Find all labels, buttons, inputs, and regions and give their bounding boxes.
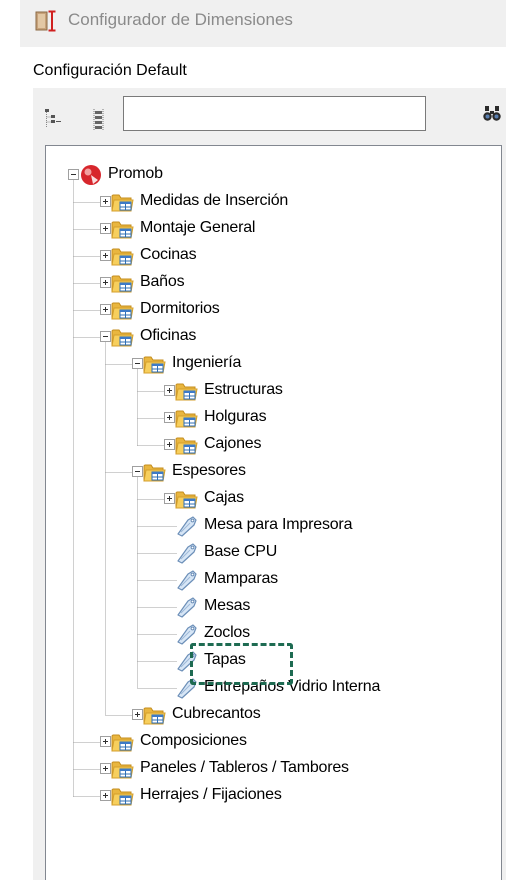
expand-all-icon[interactable] xyxy=(45,109,61,131)
tree-node-label: Zoclos xyxy=(204,624,250,641)
tree-node-label: Estructuras xyxy=(204,381,283,398)
folder-icon xyxy=(143,704,167,726)
tag-item-icon xyxy=(175,623,199,645)
expand-toggle-icon[interactable] xyxy=(132,709,143,720)
promob-logo-icon xyxy=(79,164,103,186)
tree-node-label: Cubrecantos xyxy=(172,705,261,722)
collapse-toggle-icon[interactable] xyxy=(68,169,79,180)
tree-node[interactable]: Paneles / Tableros / Tambores xyxy=(46,756,501,783)
tree-node[interactable]: Ingeniería xyxy=(46,351,501,378)
tree-node-label: Paneles / Tableros / Tambores xyxy=(140,759,349,776)
expand-toggle-icon[interactable] xyxy=(100,277,111,288)
tree-node[interactable]: Cajones xyxy=(46,432,501,459)
expand-toggle-icon[interactable] xyxy=(164,412,175,423)
folder-icon xyxy=(111,785,135,807)
tree-node-label: Espesores xyxy=(172,462,246,479)
collapse-all-icon[interactable] xyxy=(91,109,107,131)
tree-node-label: Herrajes / Fijaciones xyxy=(140,786,282,803)
tree-node[interactable]: Cocinas xyxy=(46,243,501,270)
tree-node[interactable]: Dormitorios xyxy=(46,297,501,324)
collapse-toggle-icon[interactable] xyxy=(132,358,143,369)
tree-view[interactable]: Promob Medidas de Inserción Montaje Genera… xyxy=(45,145,502,880)
tree-node[interactable]: Mesa para Impresora xyxy=(46,513,501,540)
tree-node[interactable]: Baños xyxy=(46,270,501,297)
tag-item-icon xyxy=(175,569,199,591)
search-input[interactable] xyxy=(123,96,426,131)
tree-node-label: Mamparas xyxy=(204,570,278,587)
tree-node[interactable]: Estructuras xyxy=(46,378,501,405)
tree-node-label: Promob xyxy=(108,165,163,182)
tree-node-label: Dormitorios xyxy=(140,300,220,317)
folder-icon xyxy=(111,272,135,294)
tree-node-label: Cajones xyxy=(204,435,262,452)
title-bar: Configurador de Dimensiones xyxy=(20,0,506,47)
tag-item-icon xyxy=(175,542,199,564)
expand-toggle-icon[interactable] xyxy=(100,763,111,774)
expand-toggle-icon[interactable] xyxy=(100,196,111,207)
folder-icon xyxy=(111,245,135,267)
tree-node[interactable]: Herrajes / Fijaciones xyxy=(46,783,501,810)
binoculars-icon[interactable] xyxy=(483,105,501,123)
tree-root[interactable]: Promob xyxy=(46,162,501,189)
folder-icon xyxy=(111,731,135,753)
tree-node-label: Mesa para Impresora xyxy=(204,516,353,533)
tree-node[interactable]: Espesores xyxy=(46,459,501,486)
highlight-marker xyxy=(190,643,293,685)
tree-node-label: Baños xyxy=(140,273,185,290)
tree-node[interactable]: Mesas xyxy=(46,594,501,621)
tree-node-label: Oficinas xyxy=(140,327,197,344)
collapse-toggle-icon[interactable] xyxy=(100,331,111,342)
tree-node[interactable]: Mamparas xyxy=(46,567,501,594)
expand-toggle-icon[interactable] xyxy=(100,250,111,261)
tree-node[interactable]: Base CPU xyxy=(46,540,501,567)
folder-icon xyxy=(111,191,135,213)
tree-node-label: Base CPU xyxy=(204,543,278,560)
expand-toggle-icon[interactable] xyxy=(164,493,175,504)
tree-node[interactable]: Composiciones xyxy=(46,729,501,756)
tree-node[interactable]: Cubrecantos xyxy=(46,702,501,729)
expand-toggle-icon[interactable] xyxy=(100,223,111,234)
expand-toggle-icon[interactable] xyxy=(100,736,111,747)
configuration-label: Configuración Default xyxy=(33,62,187,79)
tree-node[interactable]: Montaje General xyxy=(46,216,501,243)
folder-icon xyxy=(143,353,167,375)
tree-node[interactable]: Holguras xyxy=(46,405,501,432)
expand-toggle-icon[interactable] xyxy=(100,790,111,801)
tree-node[interactable]: Oficinas xyxy=(46,324,501,351)
expand-toggle-icon[interactable] xyxy=(100,304,111,315)
expand-toggle-icon[interactable] xyxy=(164,439,175,450)
collapse-toggle-icon[interactable] xyxy=(132,466,143,477)
tree-node-label: Cocinas xyxy=(140,246,197,263)
tree-node-label: Ingeniería xyxy=(172,354,242,371)
tag-item-icon xyxy=(175,596,199,618)
tag-item-icon xyxy=(175,515,199,537)
dimension-configurator-icon xyxy=(35,10,56,32)
folder-icon xyxy=(175,434,199,456)
folder-icon xyxy=(175,488,199,510)
folder-icon xyxy=(143,461,167,483)
tree-node-label: Composiciones xyxy=(140,732,247,749)
tree-node-label: Cajas xyxy=(204,489,244,506)
folder-icon xyxy=(111,218,135,240)
folder-icon xyxy=(111,326,135,348)
tree-node[interactable]: Medidas de Inserción xyxy=(46,189,501,216)
expand-toggle-icon[interactable] xyxy=(164,385,175,396)
tree-node[interactable]: Cajas xyxy=(46,486,501,513)
folder-icon xyxy=(175,380,199,402)
tree-node-label: Holguras xyxy=(204,408,267,425)
tree-panel: Promob Medidas de Inserción Montaje Genera… xyxy=(33,88,506,880)
folder-icon xyxy=(111,299,135,321)
tree-node-label: Medidas de Inserción xyxy=(140,192,289,209)
tree-node-label: Montaje General xyxy=(140,219,256,236)
folder-icon xyxy=(111,758,135,780)
window-title: Configurador de Dimensiones xyxy=(68,10,293,29)
folder-icon xyxy=(175,407,199,429)
tree-node-label: Mesas xyxy=(204,597,251,614)
